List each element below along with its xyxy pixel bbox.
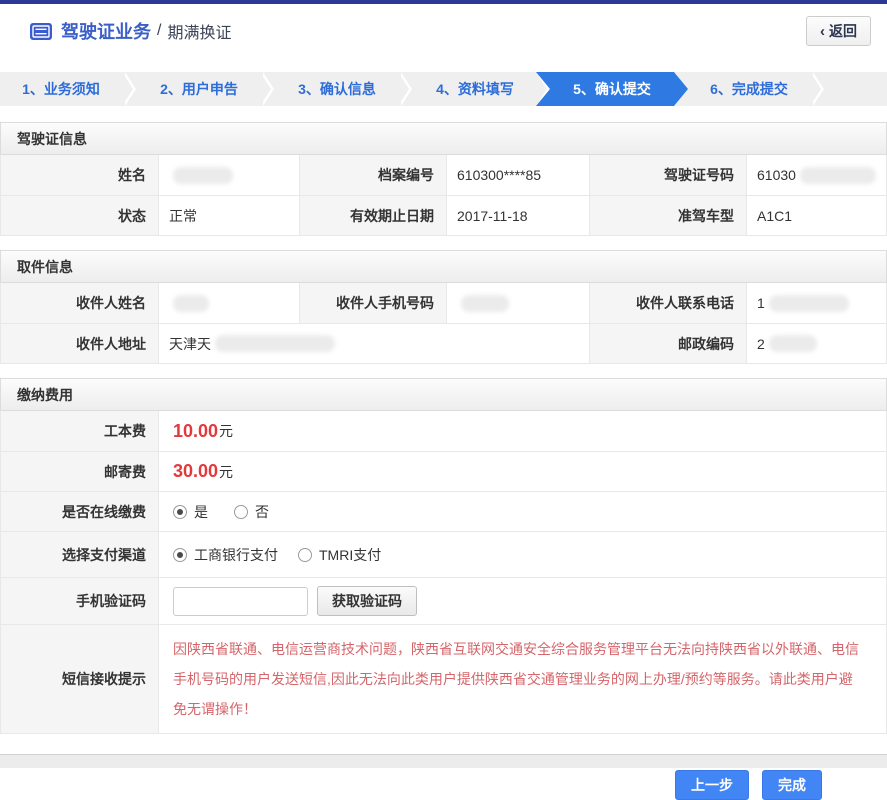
payment-table: 工本费 10.00 元 邮寄费 30.00 元 是否在线缴费 是 否 选择支付渠道 [0,411,887,735]
pay-channel-options: 工商银行支付 TMRI支付 [158,531,886,577]
field-label-sms-code: 手机验证码 [1,577,158,624]
field-value-recipient-mobile [446,283,589,323]
steps-filler [826,72,887,106]
radio-unchecked-icon[interactable] [234,504,248,519]
page-footer-strip [0,754,887,768]
field-label-sms-tip: 短信接收提示 [1,624,158,734]
bottom-actions: 上一步 完成 [0,770,887,800]
payment-section-title: 缴纳费用 [0,378,887,411]
field-value-postage-fee: 30.00 元 [158,451,886,491]
step-separator-icon [398,72,414,106]
license-info-section-title: 驾驶证信息 [0,122,887,155]
document-list-icon [30,22,52,40]
radio-checked-icon[interactable] [173,547,187,562]
pickup-info-section-title: 取件信息 [0,250,887,283]
step-separator-icon [122,72,138,106]
back-button[interactable]: ‹ 返回 [806,16,871,46]
field-value-postal-code: 2 [746,323,886,363]
field-value-recipient-address: 天津天 [158,323,589,363]
redacted-value [173,294,209,312]
field-label-vehicle-class: 准驾车型 [589,195,746,235]
step-separator-icon [260,72,276,106]
field-value-license-number: 61030 [746,155,886,195]
redacted-value [799,166,876,184]
step-progress-bar: 1、业务须知 2、用户申告 3、确认信息 4、资料填写 5、确认提交 6、完成提… [0,72,887,106]
finish-button[interactable]: 完成 [762,770,822,800]
field-value-file-number: 610300****85 [446,155,589,195]
field-value-name [158,155,299,195]
sms-code-row: 获取验证码 [158,577,886,624]
get-sms-code-button[interactable]: 获取验证码 [317,586,417,616]
step-separator-icon [810,72,826,106]
radio-label-icbc: 工商银行支付 [194,546,278,563]
radio-option-icbc[interactable]: 工商银行支付 [173,545,278,565]
license-info-section: 驾驶证信息 姓名 档案编号 610300****85 驾驶证号码 61030 状… [0,122,887,236]
field-label-recipient-mobile: 收件人手机号码 [299,283,446,323]
step-3-confirm-info[interactable]: 3、确认信息 [276,72,398,106]
field-label-expiry-date: 有效期止日期 [299,195,446,235]
redacted-value [461,294,509,312]
field-value-recipient-name [158,283,299,323]
online-pay-options: 是 否 [158,491,886,531]
redacted-value [768,335,817,352]
sms-code-input[interactable] [173,586,308,616]
pickup-info-section: 取件信息 收件人姓名 收件人手机号码 收件人联系电话 1 收件人地址 天津天 邮… [0,250,887,364]
breadcrumb-separator: / [157,22,162,39]
field-label-name: 姓名 [1,155,158,195]
field-value-expiry-date: 2017-11-18 [446,195,589,235]
field-value-card-fee: 10.00 元 [158,411,886,451]
radio-option-yes[interactable]: 是 [173,502,208,522]
redacted-value [173,166,233,184]
radio-label-tmri: TMRI支付 [319,546,382,563]
field-label-file-number: 档案编号 [299,155,446,195]
field-value-vehicle-class: A1C1 [746,195,886,235]
field-label-recipient-address: 收件人地址 [1,323,158,363]
card-fee-amount: 10.00 [173,420,219,441]
page-header: 驾驶证业务 / 期满换证 ‹ 返回 [0,4,887,58]
postage-fee-amount: 30.00 [173,461,219,481]
redacted-value [215,335,335,352]
payment-section: 缴纳费用 工本费 10.00 元 邮寄费 30.00 元 是否在线缴费 是 否 选择… [0,378,887,735]
license-info-table: 姓名 档案编号 610300****85 驾驶证号码 61030 状态 正常 有… [0,155,887,236]
radio-unchecked-icon[interactable] [298,547,312,562]
field-value-status: 正常 [158,195,299,235]
pickup-info-table: 收件人姓名 收件人手机号码 收件人联系电话 1 收件人地址 天津天 邮政编码 2 [0,283,887,364]
step-4-fill-data[interactable]: 4、资料填写 [414,72,536,106]
step-6-complete-submit[interactable]: 6、完成提交 [688,72,810,106]
step-1-business-notice[interactable]: 1、业务须知 [0,72,122,106]
field-label-pay-channel: 选择支付渠道 [1,531,158,577]
field-label-recipient-name: 收件人姓名 [1,283,158,323]
radio-option-no[interactable]: 否 [234,502,269,522]
card-fee-unit: 元 [219,423,234,439]
field-value-recipient-phone: 1 [746,283,886,323]
field-label-license-number: 驾驶证号码 [589,155,746,195]
radio-label-yes: 是 [194,503,208,520]
page-subtitle: 期满换证 [167,25,232,42]
radio-checked-icon[interactable] [173,504,187,519]
sms-tip-text: 因陕西省联通、电信运营商技术问题，陕西省互联网交通安全综合服务管理平台无法向持陕… [173,641,859,718]
radio-label-no: 否 [255,503,269,520]
page-title: 驾驶证业务 [61,22,151,42]
sms-tip-cell: 因陕西省联通、电信运营商技术问题，陕西省互联网交通安全综合服务管理平台无法向持陕… [158,624,886,734]
field-label-status: 状态 [1,195,158,235]
previous-step-button[interactable]: 上一步 [675,770,749,800]
field-label-postage-fee: 邮寄费 [1,451,158,491]
chevron-left-icon: ‹ [820,22,825,40]
radio-option-tmri[interactable]: TMRI支付 [298,545,381,565]
step-2-user-declaration[interactable]: 2、用户申告 [138,72,260,106]
back-button-label: 返回 [829,23,857,39]
postage-fee-unit: 元 [219,463,234,480]
redacted-value [768,294,849,312]
step-5-confirm-submit-active[interactable]: 5、确认提交 [536,72,688,106]
field-label-recipient-phone: 收件人联系电话 [589,283,746,323]
field-label-online-pay: 是否在线缴费 [1,491,158,531]
field-label-postal-code: 邮政编码 [589,323,746,363]
field-label-card-fee: 工本费 [1,411,158,451]
